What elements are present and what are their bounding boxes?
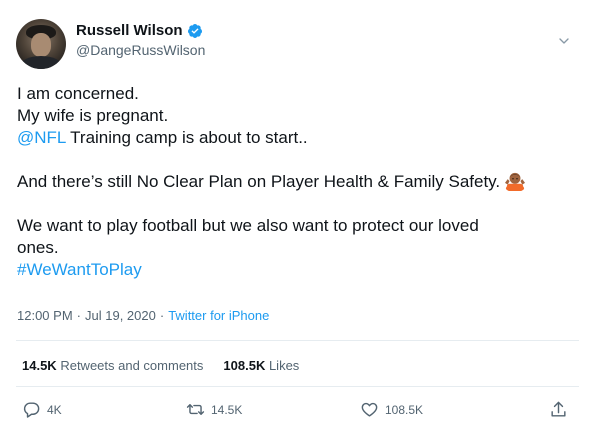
- verified-badge-icon: [187, 23, 202, 38]
- tweet-line-1: I am concerned.: [17, 84, 139, 103]
- tweet-line-2: My wife is pregnant.: [17, 106, 169, 125]
- like-count: 108.5K: [385, 402, 424, 417]
- mention-link[interactable]: @NFL: [17, 128, 66, 147]
- share-icon: [551, 401, 566, 417]
- hashtag-link[interactable]: #WeWantToPlay: [17, 260, 142, 279]
- author-display-name[interactable]: Russell Wilson: [76, 22, 183, 39]
- heart-icon: [361, 402, 378, 417]
- reply-icon: [23, 402, 40, 418]
- retweets-label: Retweets and comments: [60, 358, 204, 373]
- avatar[interactable]: [16, 19, 66, 69]
- retweet-count: 14.5K: [211, 402, 243, 417]
- tweet-source-link[interactable]: Twitter for iPhone: [168, 308, 269, 323]
- retweets-stat[interactable]: 14.5K Retweets and comments: [22, 358, 203, 373]
- avatar-face: [31, 33, 51, 57]
- tweet-line-4-text: And there’s still No Clear Plan on Playe…: [17, 172, 501, 191]
- tweet-line-5: We want to play football but we also wan…: [17, 216, 479, 235]
- avatar-shoulders: [20, 56, 62, 69]
- author-name-row[interactable]: Russell Wilson: [76, 22, 203, 39]
- meta-separator: ·: [76, 308, 81, 323]
- person-shrugging-emoji-icon: [505, 172, 526, 191]
- divider: [16, 386, 579, 387]
- reply-button[interactable]: 4K: [22, 400, 62, 419]
- reply-count: 4K: [47, 402, 62, 417]
- divider: [16, 340, 579, 341]
- tweet-time[interactable]: 12:00 PM: [17, 308, 73, 323]
- likes-label: Likes: [268, 358, 300, 373]
- meta-separator: ·: [159, 308, 165, 323]
- retweet-icon: [186, 404, 205, 415]
- share-button[interactable]: [549, 400, 568, 419]
- tweet-line-3-text: Training camp is about to start..: [65, 128, 308, 147]
- like-button[interactable]: 108.5K: [360, 400, 423, 419]
- tweet-line-4: And there’s still No Clear Plan on Playe…: [17, 171, 582, 193]
- tweet-date[interactable]: Jul 19, 2020: [85, 308, 156, 323]
- likes-count: 108.5K: [223, 358, 266, 373]
- tweet-line-6: ones.: [17, 238, 59, 257]
- tweet-line-3: @NFL Training camp is about to start..: [17, 127, 582, 149]
- tweet-stats: 14.5K Retweets and comments 108.5K Likes: [22, 358, 299, 373]
- author-handle[interactable]: @DangeRussWilson: [76, 42, 205, 58]
- tweet-meta: 12:00 PM · Jul 19, 2020 · Twitter for iP…: [17, 308, 269, 323]
- action-bar: 4K 14.5K 108.5K: [0, 400, 595, 422]
- chevron-down-icon[interactable]: [556, 33, 572, 49]
- tweet-text: I am concerned. My wife is pregnant. @NF…: [17, 83, 582, 281]
- retweets-count: 14.5K: [22, 358, 57, 373]
- likes-stat[interactable]: 108.5K Likes: [223, 358, 299, 373]
- retweet-button[interactable]: 14.5K: [186, 400, 242, 419]
- tweet-line-7: #WeWantToPlay: [17, 259, 582, 281]
